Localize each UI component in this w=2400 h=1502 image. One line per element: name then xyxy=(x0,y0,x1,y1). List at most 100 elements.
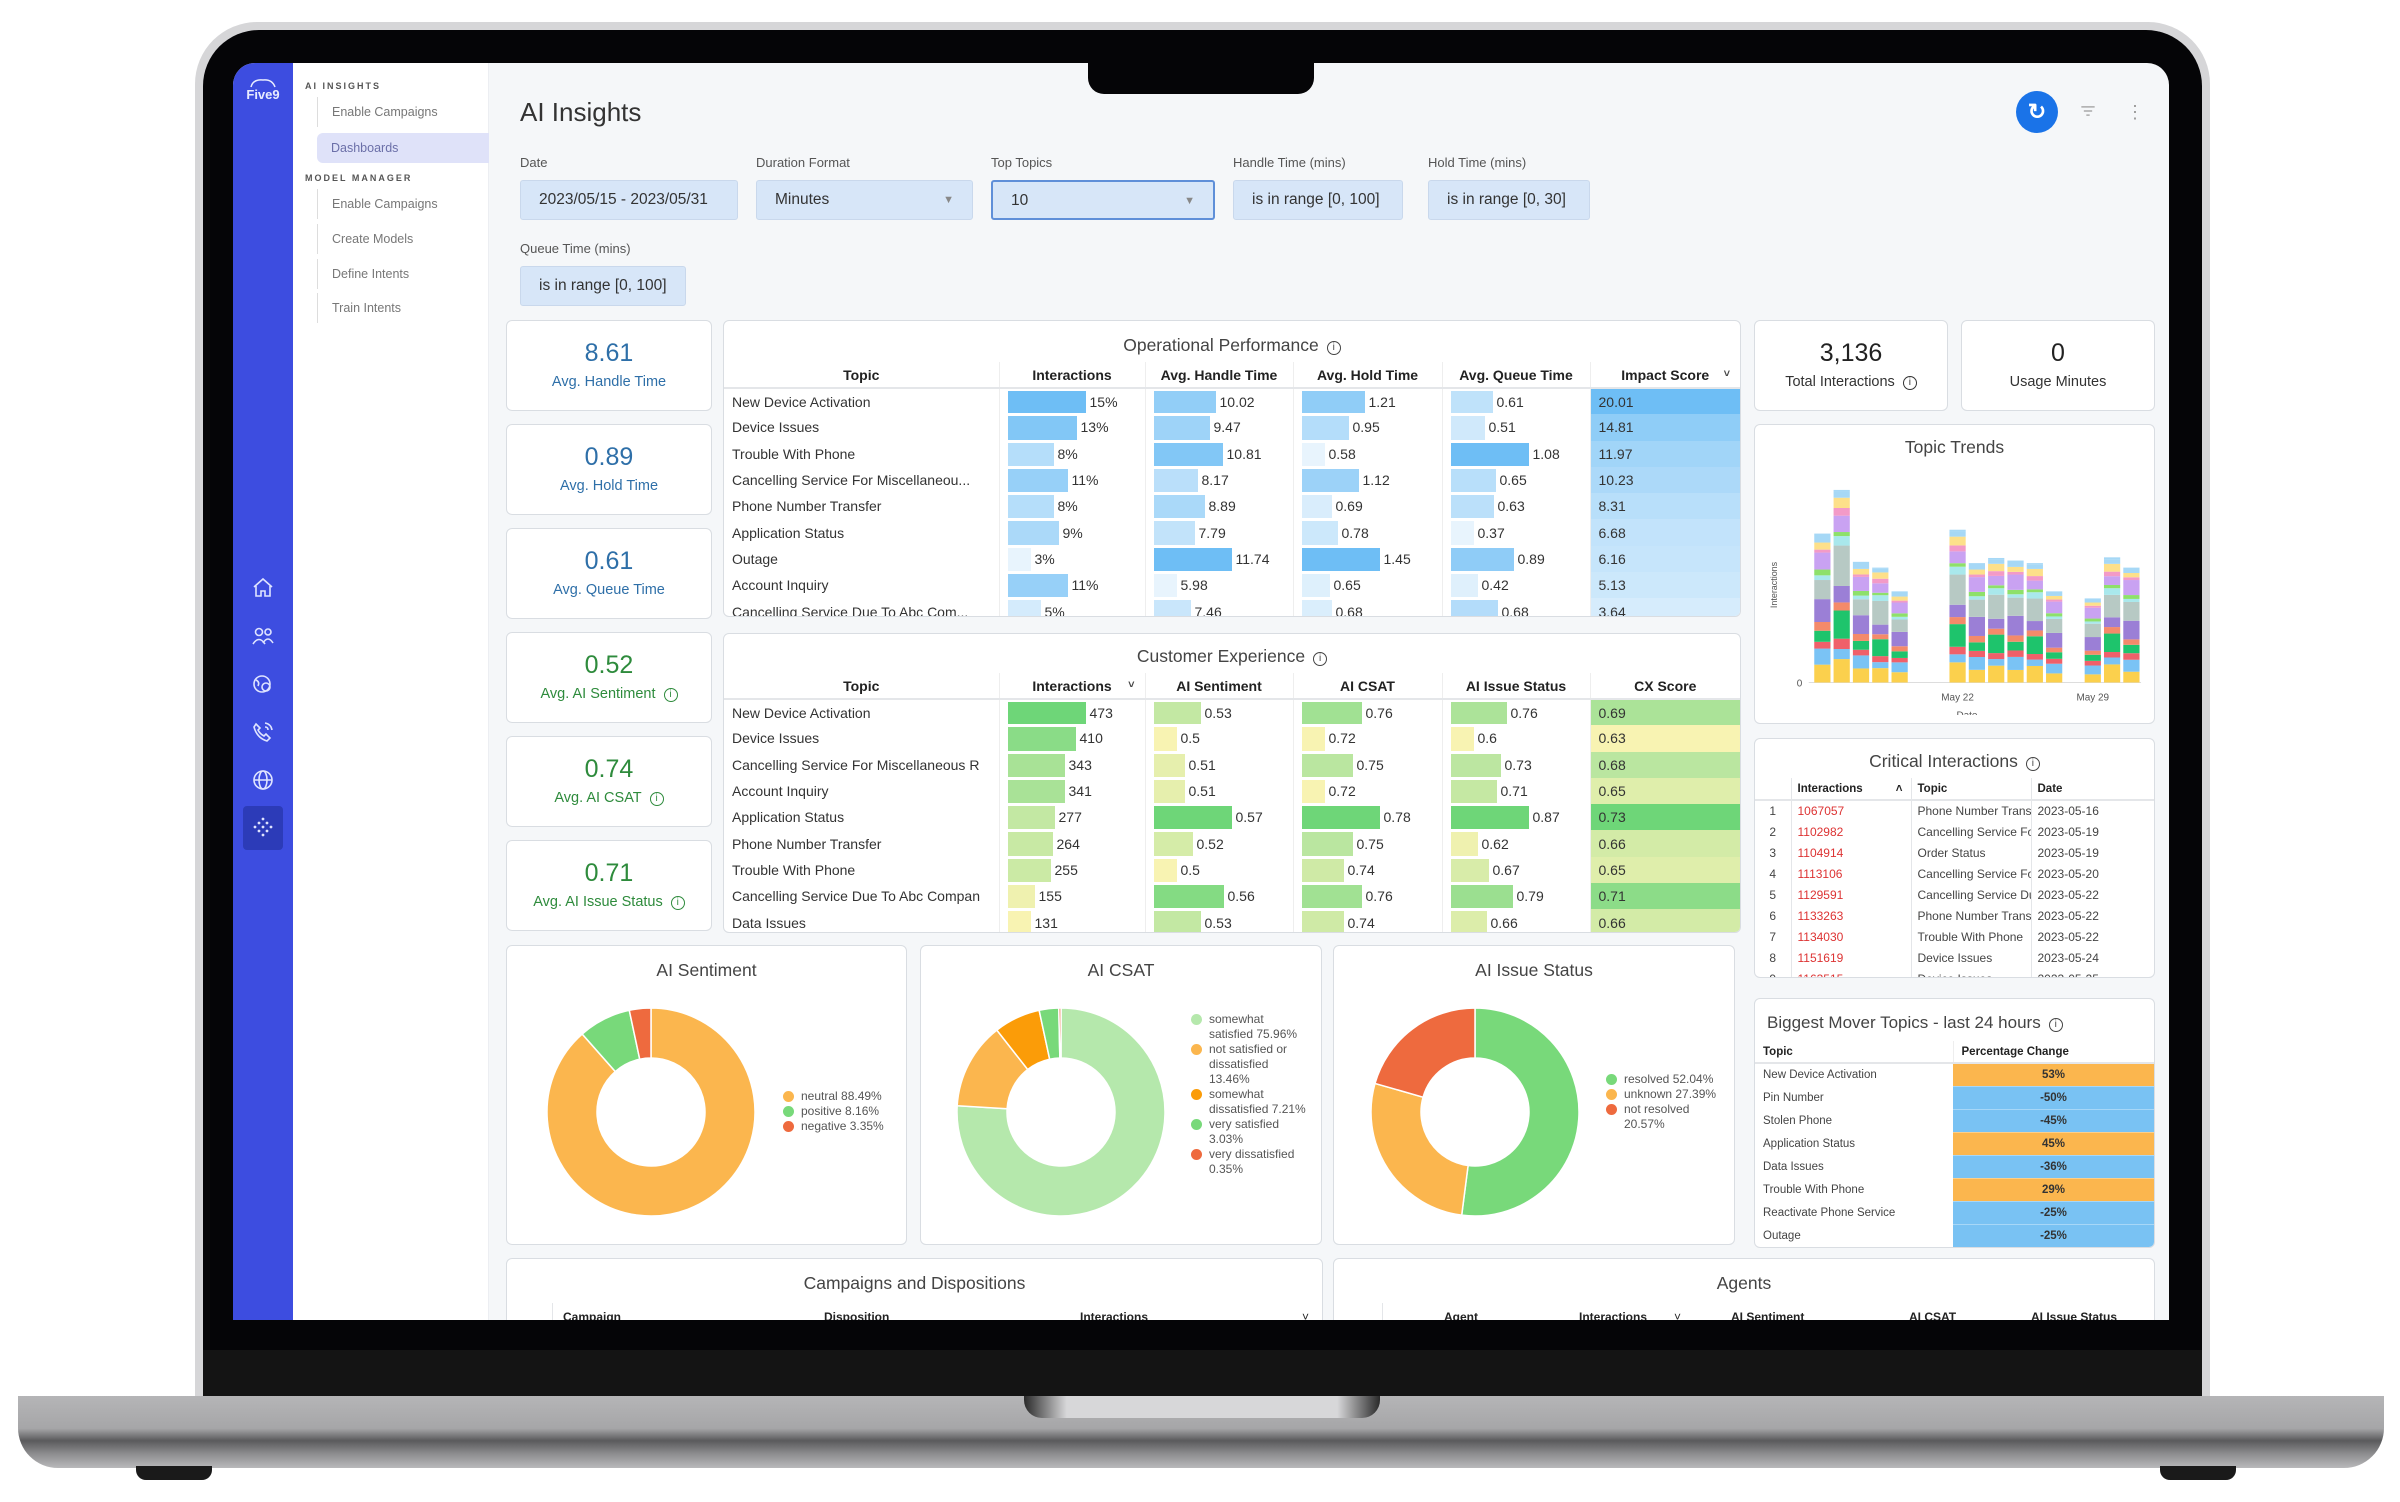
bar-segment[interactable] xyxy=(2046,632,2063,648)
bar-segment[interactable] xyxy=(2007,566,2024,572)
five9-logo[interactable]: Five9 xyxy=(239,77,287,105)
table-row[interactable]: 2 1102982 Cancelling Service For 2023-05-19 xyxy=(1755,821,2154,842)
table-row[interactable]: Device Issues 13% 9.47 0.95 0.51 14.81 xyxy=(724,414,1740,441)
col-avg-hold-time[interactable]: Avg. Hold Time xyxy=(1292,362,1442,389)
bar-segment[interactable] xyxy=(1949,563,1966,567)
col-percentage-change[interactable]: Percentage Change xyxy=(1952,1041,2154,1064)
legend-item[interactable]: somewhat satisfied 75.96% xyxy=(1191,1012,1311,1042)
info-icon[interactable]: i xyxy=(1313,652,1328,666)
bar-segment[interactable] xyxy=(1988,618,2005,629)
bar-segment[interactable] xyxy=(1814,641,1831,649)
nav-item-enable-campaigns-models[interactable]: Enable Campaigns xyxy=(317,189,489,219)
bar-segment[interactable] xyxy=(2026,592,2043,599)
info-icon[interactable]: i xyxy=(2048,1018,2063,1032)
bar-segment[interactable] xyxy=(2084,623,2101,638)
bar-segment[interactable] xyxy=(1891,616,1908,620)
bar-segment[interactable] xyxy=(2046,591,2063,596)
col-ai-sentiment[interactable]: AI Sentiment xyxy=(1144,673,1293,700)
donut-slice-very-dissatisfied[interactable] xyxy=(1058,1007,1062,1059)
bar-segment[interactable] xyxy=(1968,599,1985,617)
bar-segment[interactable] xyxy=(2007,594,2024,598)
bar-segment[interactable] xyxy=(2123,653,2140,660)
donut-slice-unknown[interactable] xyxy=(1370,1082,1469,1216)
interaction-link[interactable]: 1134030 xyxy=(1790,926,1911,947)
bar-segment[interactable] xyxy=(2046,618,2063,633)
bar-segment[interactable] xyxy=(1968,577,1985,592)
bar-segment[interactable] xyxy=(2026,630,2043,637)
bar-segment[interactable] xyxy=(1814,599,1831,623)
bar-segment[interactable] xyxy=(1852,568,1870,575)
legend-item[interactable]: somewhat dissatisfied 7.21% xyxy=(1191,1087,1311,1117)
legend-item[interactable]: negative 3.35% xyxy=(783,1119,901,1134)
bar-segment[interactable] xyxy=(2103,584,2121,589)
bar-segment[interactable] xyxy=(2046,652,2063,659)
col-ai-issue-status[interactable]: AI Issue Status xyxy=(2031,1310,2117,1320)
bar-segment[interactable] xyxy=(2007,650,2024,657)
col-cx-score[interactable]: CX Score xyxy=(1589,673,1740,700)
interaction-link[interactable]: 1104914 xyxy=(1790,842,1911,863)
bar-segment[interactable] xyxy=(2084,650,2101,655)
bar-segment[interactable] xyxy=(2123,620,2140,640)
col-impact-score[interactable]: Impact Score ˅ xyxy=(1589,362,1740,389)
bar-segment[interactable] xyxy=(1988,653,2005,660)
ai-network-icon[interactable] xyxy=(243,806,283,850)
bar-segment[interactable] xyxy=(1833,515,1850,533)
col-topic[interactable]: Topic xyxy=(724,673,999,700)
phone-signal-icon[interactable] xyxy=(243,712,283,752)
col-ai-issue-status[interactable]: AI Issue Status xyxy=(1441,673,1590,700)
bar-segment[interactable] xyxy=(1833,545,1850,586)
interaction-link[interactable]: 1163515 xyxy=(1790,968,1911,977)
bar-segment[interactable] xyxy=(1891,596,1908,601)
bar-segment[interactable] xyxy=(2103,627,2121,634)
table-row[interactable]: 1 1067057Phone Number Transfer2023-05-16 xyxy=(1755,800,2154,821)
refresh-button[interactable]: ↻ xyxy=(2016,91,2058,133)
legend-item[interactable]: very satisfied 3.03% xyxy=(1191,1117,1311,1147)
bar-segment[interactable] xyxy=(2026,598,2043,622)
table-row[interactable]: 5 1129591 Cancelling Service Due 2023-05-22 xyxy=(1755,884,2154,905)
col-date[interactable]: Date xyxy=(2030,778,2154,801)
table-row[interactable]: 7 1134030 Trouble With Phone 2023-05-22 xyxy=(1755,926,2154,947)
bar-segment[interactable] xyxy=(1833,507,1850,516)
col-topic[interactable]: Topic xyxy=(724,362,999,389)
table-row[interactable]: Cancelling Service For Miscellaneou... 11… xyxy=(724,466,1740,494)
bar-segment[interactable] xyxy=(2026,636,2043,655)
bar-segment[interactable] xyxy=(1968,591,1985,597)
table-row[interactable]: 91163515Device Issues2023-05-25 xyxy=(1755,968,2154,977)
bar-segment[interactable] xyxy=(1988,557,2005,560)
bar-segment[interactable] xyxy=(1852,595,1870,600)
bar-segment[interactable] xyxy=(1872,668,1889,683)
bar-segment[interactable] xyxy=(1852,576,1870,591)
bar-segment[interactable] xyxy=(2123,595,2140,599)
bar-segment[interactable] xyxy=(1872,662,1889,669)
col-interactions[interactable]: Interactions xyxy=(1080,1310,1148,1320)
interaction-link[interactable]: 1067057 xyxy=(1790,800,1911,821)
queue-time-range[interactable]: is in range [0, 100] xyxy=(520,266,686,306)
bar-segment[interactable] xyxy=(1852,633,1870,641)
bar-segment[interactable] xyxy=(1872,600,1889,625)
sort-desc-icon[interactable]: ˅ xyxy=(1302,1310,1309,1320)
bar-segment[interactable] xyxy=(2103,571,2121,577)
table-row[interactable]: Account Inquiry 11% 5.98 0.65 0.42 5.13 xyxy=(724,572,1740,599)
table-row[interactable]: Data Issues -36% xyxy=(1755,1155,2154,1179)
bar-segment[interactable] xyxy=(1949,551,1966,564)
sort-asc-icon[interactable]: ˄ xyxy=(1896,783,1903,795)
bar-segment[interactable] xyxy=(1872,572,1889,579)
info-icon[interactable]: i xyxy=(649,792,664,806)
bar-segment[interactable] xyxy=(1968,569,1985,575)
bar-segment[interactable] xyxy=(1968,656,1985,670)
bar-segment[interactable] xyxy=(2026,564,2043,569)
bar-segment[interactable] xyxy=(2123,567,2140,574)
bar-segment[interactable] xyxy=(1988,628,2005,635)
bar-segment[interactable] xyxy=(2084,605,2101,608)
bar-segment[interactable] xyxy=(1814,648,1831,665)
bar-segment[interactable] xyxy=(2046,595,2063,600)
bar-segment[interactable] xyxy=(1814,549,1831,553)
bar-segment[interactable] xyxy=(1833,532,1850,537)
info-icon[interactable]: i xyxy=(663,688,678,702)
col-interactions[interactable]: Interactions ˅ xyxy=(998,673,1145,700)
bar-segment[interactable] xyxy=(2103,588,2121,595)
bar-segment[interactable] xyxy=(2123,601,2140,621)
bar-segment[interactable] xyxy=(1891,651,1908,658)
bar-segment[interactable] xyxy=(1872,592,1889,596)
bar-segment[interactable] xyxy=(2026,589,2043,593)
